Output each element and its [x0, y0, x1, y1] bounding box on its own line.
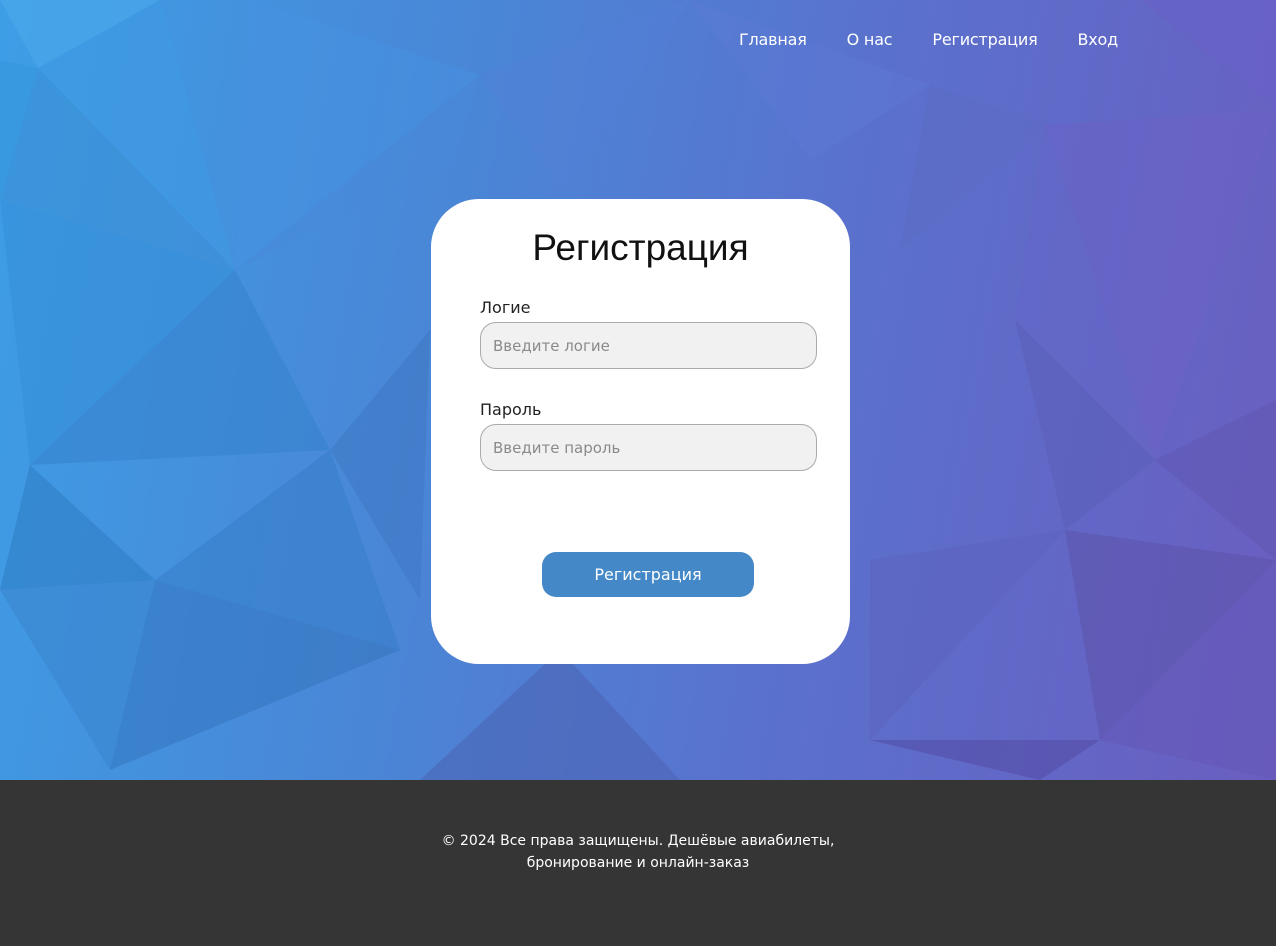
nav-link-home[interactable]: Главная: [739, 30, 807, 49]
register-button[interactable]: Регистрация: [542, 552, 754, 597]
footer: © 2024 Все права защищены. Дешёвые авиаб…: [0, 780, 1276, 946]
nav-link-login[interactable]: Вход: [1078, 30, 1119, 49]
registration-card: Регистрация Логие Пароль Регистрация: [431, 199, 850, 664]
nav-link-about[interactable]: О нас: [847, 30, 893, 49]
form-title: Регистрация: [532, 227, 749, 268]
footer-line-2: бронирование и онлайн-заказ: [526, 855, 750, 871]
login-label: Логие: [480, 298, 531, 317]
footer-line-1: © 2024 Все права защищены. Дешёвые авиаб…: [441, 833, 835, 849]
password-label: Пароль: [480, 400, 542, 419]
nav-link-register[interactable]: Регистрация: [932, 30, 1037, 49]
top-nav: Главная О нас Регистрация Вход: [739, 30, 1118, 49]
footer-copyright: © 2024 Все права защищены. Дешёвые авиаб…: [0, 830, 1276, 874]
password-input[interactable]: [480, 424, 817, 471]
login-input[interactable]: [480, 322, 817, 369]
